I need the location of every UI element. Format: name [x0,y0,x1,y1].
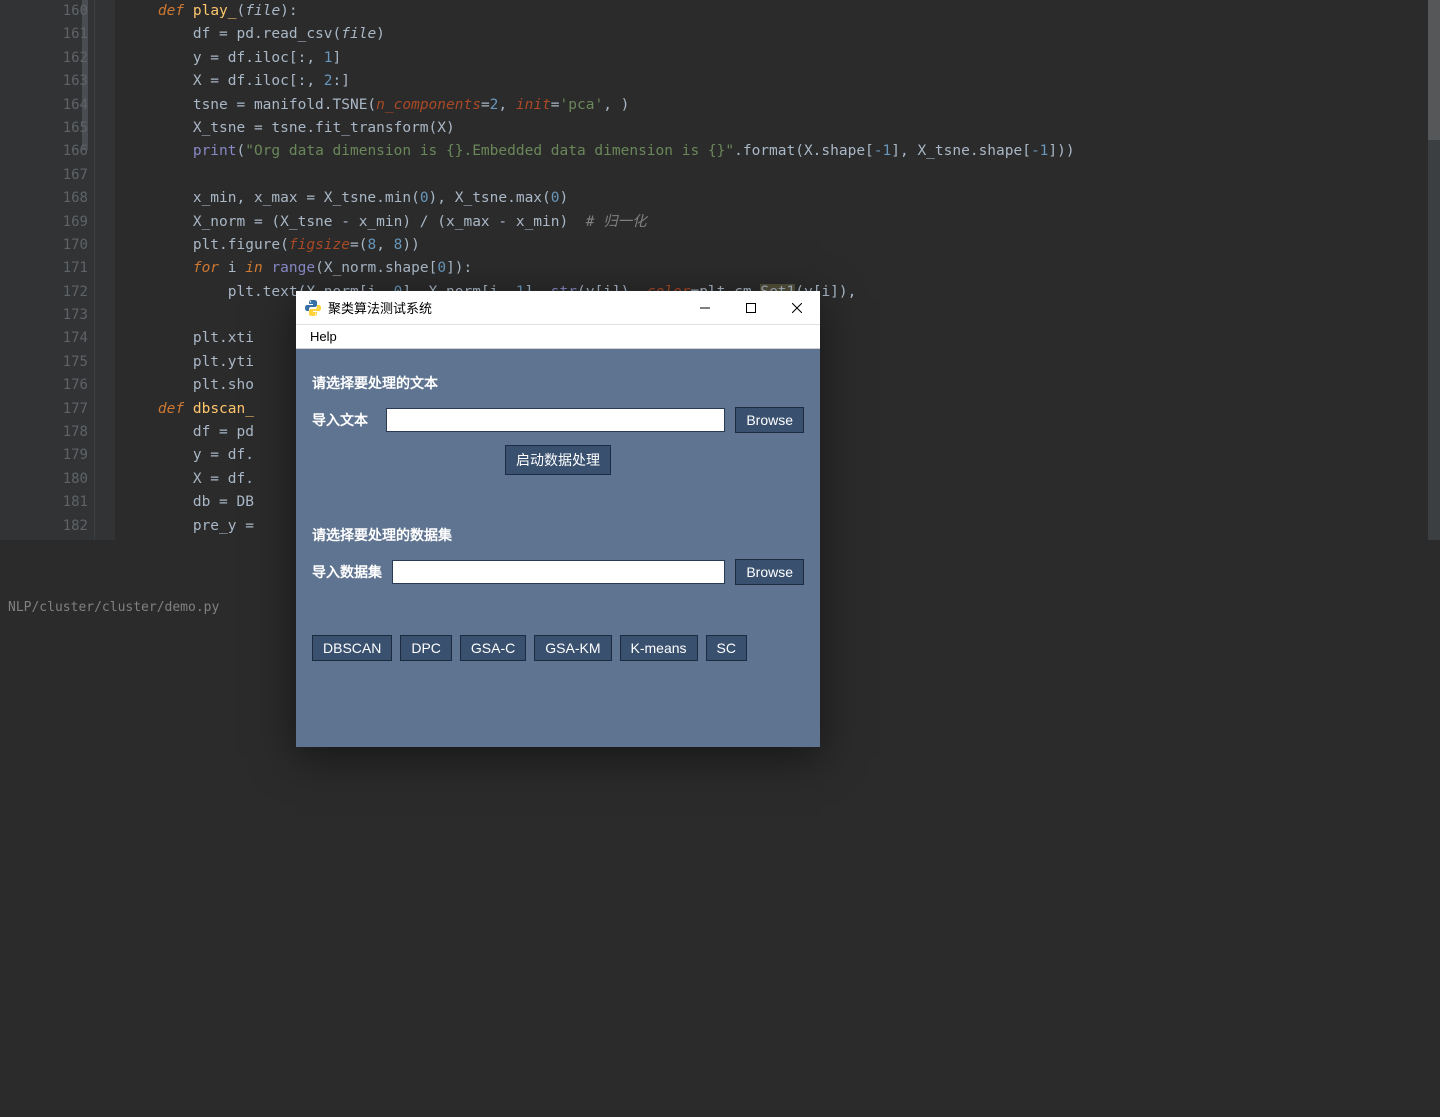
line-number[interactable]: 175 [0,351,88,374]
algo-button-k-means[interactable]: K-means [620,635,698,661]
dialog-body: 请选择要处理的文本 导入文本 Browse 启动数据处理 请选择要处理的数据集 … [296,349,820,747]
code-line[interactable]: df = pd.read_csv(file) [123,23,1440,46]
code-line[interactable]: print("Org data dimension is {}.Embedded… [123,140,1440,163]
python-icon [304,299,322,317]
algo-button-gsa-c[interactable]: GSA-C [460,635,526,661]
code-line[interactable]: y = df.iloc[:, 1] [123,47,1440,70]
code-line[interactable]: X_tsne = tsne.fit_transform(X) [123,117,1440,140]
line-number[interactable]: 163 [0,70,88,93]
section2-title: 请选择要处理的数据集 [312,525,804,545]
dataset-browse-button[interactable]: Browse [735,559,804,585]
line-number[interactable]: 179 [0,444,88,467]
scrollbar-track[interactable] [1428,0,1440,540]
line-number[interactable]: 176 [0,374,88,397]
titlebar[interactable]: 聚类算法测试系统 [296,291,820,325]
line-number[interactable]: 172 [0,281,88,304]
algorithm-buttons-row: DBSCAN DPC GSA-C GSA-KM K-means SC [312,635,804,661]
line-number[interactable]: 164 [0,94,88,117]
line-number[interactable]: 160 [0,0,88,23]
line-number[interactable]: 174 [0,327,88,350]
maximize-button[interactable] [728,291,774,325]
window-controls [682,291,820,324]
line-number[interactable]: 181 [0,491,88,514]
dataset-import-label: 导入数据集 [312,562,382,582]
text-import-label: 导入文本 [312,410,376,430]
code-line[interactable]: tsne = manifold.TSNE(n_components=2, ini… [123,94,1440,117]
text-browse-button[interactable]: Browse [735,407,804,433]
scrollbar-thumb[interactable] [1428,0,1440,140]
algo-button-dpc[interactable]: DPC [400,635,452,661]
line-number[interactable]: 171 [0,257,88,280]
code-line[interactable]: plt.figure(figsize=(8, 8)) [123,234,1440,257]
breadcrumb-path: NLP/cluster/cluster/demo.py [8,600,219,615]
text-import-row: 导入文本 Browse [312,407,804,433]
line-number[interactable]: 166 [0,140,88,163]
algo-button-dbscan[interactable]: DBSCAN [312,635,392,661]
process-row: 启动数据处理 [312,445,804,475]
dataset-import-input[interactable] [392,560,725,584]
line-number[interactable]: 178 [0,421,88,444]
code-line[interactable]: for i in range(X_norm.shape[0]): [123,257,1440,280]
process-button[interactable]: 启动数据处理 [505,445,611,475]
menubar: Help [296,325,820,349]
line-number[interactable]: 169 [0,211,88,234]
line-number[interactable]: 177 [0,398,88,421]
line-number[interactable]: 167 [0,164,88,187]
line-number[interactable]: 180 [0,468,88,491]
line-number[interactable]: 165 [0,117,88,140]
line-number[interactable]: 161 [0,23,88,46]
close-icon [792,303,802,313]
code-line[interactable]: x_min, x_max = X_tsne.min(0), X_tsne.max… [123,187,1440,210]
dataset-import-row: 导入数据集 Browse [312,559,804,585]
code-line[interactable] [123,164,1440,187]
line-number[interactable]: 182 [0,515,88,538]
window-title: 聚类算法测试系统 [328,298,682,317]
line-number[interactable]: 168 [0,187,88,210]
gutter: 1601611621631641651661671681691701711721… [0,0,95,540]
line-number[interactable]: 162 [0,47,88,70]
fold-column [95,0,115,540]
code-line[interactable]: X_norm = (X_tsne - x_min) / (x_max - x_m… [123,211,1440,234]
algo-button-gsa-km[interactable]: GSA-KM [534,635,611,661]
minimize-button[interactable] [682,291,728,325]
maximize-icon [746,303,756,313]
line-number[interactable]: 173 [0,304,88,327]
code-line[interactable]: def play_(file): [123,0,1440,23]
minimize-icon [700,303,710,313]
algo-button-sc[interactable]: SC [706,635,747,661]
text-import-input[interactable] [386,408,725,432]
close-button[interactable] [774,291,820,325]
line-number[interactable]: 170 [0,234,88,257]
code-line[interactable]: X = df.iloc[:, 2:] [123,70,1440,93]
section1-title: 请选择要处理的文本 [312,373,804,393]
dialog-window: 聚类算法测试系统 Help 请选择要处理的文本 导入文本 Browse 启动数据… [296,291,820,747]
menu-help[interactable]: Help [302,327,345,346]
